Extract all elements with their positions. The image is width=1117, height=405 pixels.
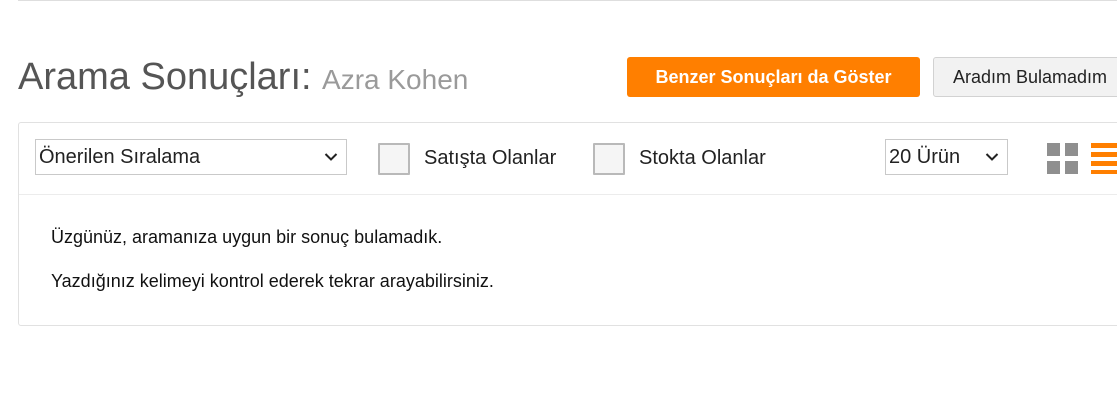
- not-found-button[interactable]: Aradım Bulamadım: [933, 57, 1117, 97]
- no-results-message: Üzgünüz, aramanıza uygun bir sonuç bulam…: [51, 227, 443, 247]
- results-panel: Önerilen Sıralama Satışta Olanlar Stokta…: [18, 122, 1117, 326]
- sort-select[interactable]: Önerilen Sıralama: [35, 139, 347, 175]
- search-hint-message: Yazdığınız kelimeyi kontrol ederek tekra…: [51, 271, 494, 291]
- page-size-value: 20 Ürün: [889, 145, 961, 168]
- page-title: Arama Sonuçları: Azra Kohen: [18, 56, 468, 99]
- in-stock-checkbox[interactable]: [593, 142, 625, 175]
- search-query-text: Azra Kohen: [322, 64, 469, 95]
- page-size-select[interactable]: 20 Ürün: [885, 139, 1008, 175]
- top-divider: [18, 0, 1117, 1]
- show-similar-results-button[interactable]: Benzer Sonuçları da Göster: [627, 57, 920, 97]
- grid-view-icon[interactable]: [1047, 143, 1078, 174]
- sort-select-value: Önerilen Sıralama: [39, 145, 201, 168]
- list-view-icon[interactable]: [1091, 142, 1117, 174]
- results-toolbar: Önerilen Sıralama Satışta Olanlar Stokta…: [19, 123, 1117, 195]
- chevron-down-icon: [985, 153, 999, 161]
- search-results-page: Arama Sonuçları: Azra Kohen Benzer Sonuç…: [0, 0, 1117, 405]
- in-stock-filter[interactable]: Stokta Olanlar: [593, 142, 766, 175]
- chevron-down-icon: [324, 153, 338, 161]
- on-sale-checkbox[interactable]: [378, 142, 410, 175]
- on-sale-filter[interactable]: Satışta Olanlar: [378, 142, 556, 175]
- on-sale-label: Satışta Olanlar: [424, 147, 557, 169]
- in-stock-label: Stokta Olanlar: [639, 147, 766, 169]
- page-title-label: Arama Sonuçları:: [18, 56, 312, 98]
